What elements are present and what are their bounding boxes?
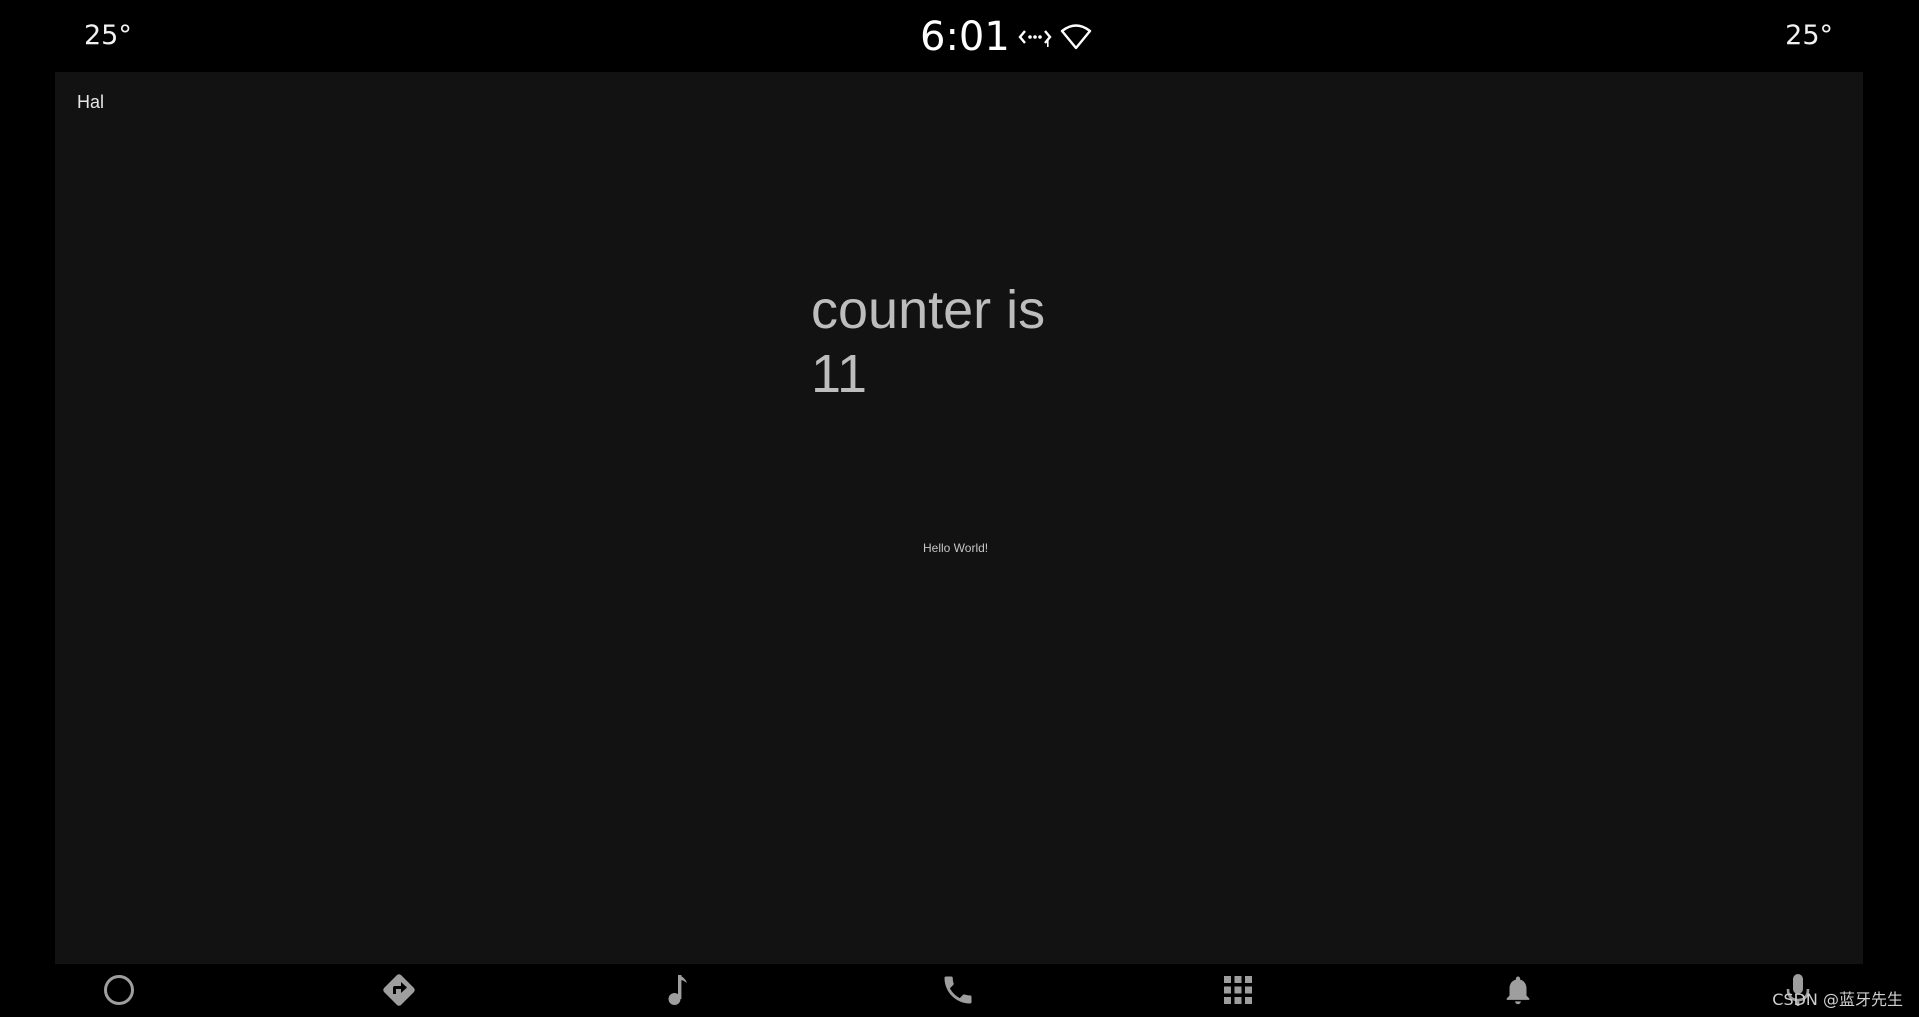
counter-text: counter is 11 bbox=[811, 280, 1046, 404]
home-button[interactable] bbox=[97, 970, 141, 1014]
app-grid-icon bbox=[1222, 974, 1254, 1010]
watermark: CSDN @蓝牙先生 bbox=[1772, 990, 1903, 1009]
clock: 6:01 bbox=[920, 14, 1010, 60]
status-bar: 25° 6:01 25° bbox=[0, 0, 1919, 72]
notification-bell-icon bbox=[1501, 972, 1535, 1012]
phone-button[interactable] bbox=[936, 970, 980, 1014]
app-title: Hal bbox=[77, 92, 105, 112]
data-sync-icon bbox=[1018, 25, 1052, 49]
notifications-button[interactable] bbox=[1496, 970, 1540, 1014]
hello-world-text: Hello World! bbox=[923, 541, 989, 555]
temperature-left[interactable]: 25° bbox=[84, 20, 132, 51]
app-launcher-button[interactable] bbox=[1216, 970, 1260, 1014]
app-window: Hal counter is 11 Hello World! bbox=[55, 72, 1863, 964]
screen: 25° 6:01 25° Hal counter is 11 Hello Wor… bbox=[0, 0, 1919, 1017]
wifi-icon bbox=[1060, 23, 1092, 51]
media-button[interactable] bbox=[656, 970, 700, 1014]
temperature-right[interactable]: 25° bbox=[1785, 20, 1833, 51]
navigation-button[interactable] bbox=[377, 970, 421, 1014]
home-circle-icon bbox=[102, 973, 136, 1011]
phone-icon bbox=[940, 972, 976, 1012]
music-note-icon bbox=[661, 972, 695, 1012]
navigation-directions-icon bbox=[380, 971, 418, 1013]
status-center: 6:01 bbox=[920, 12, 1092, 62]
navigation-bar bbox=[0, 964, 1919, 1017]
